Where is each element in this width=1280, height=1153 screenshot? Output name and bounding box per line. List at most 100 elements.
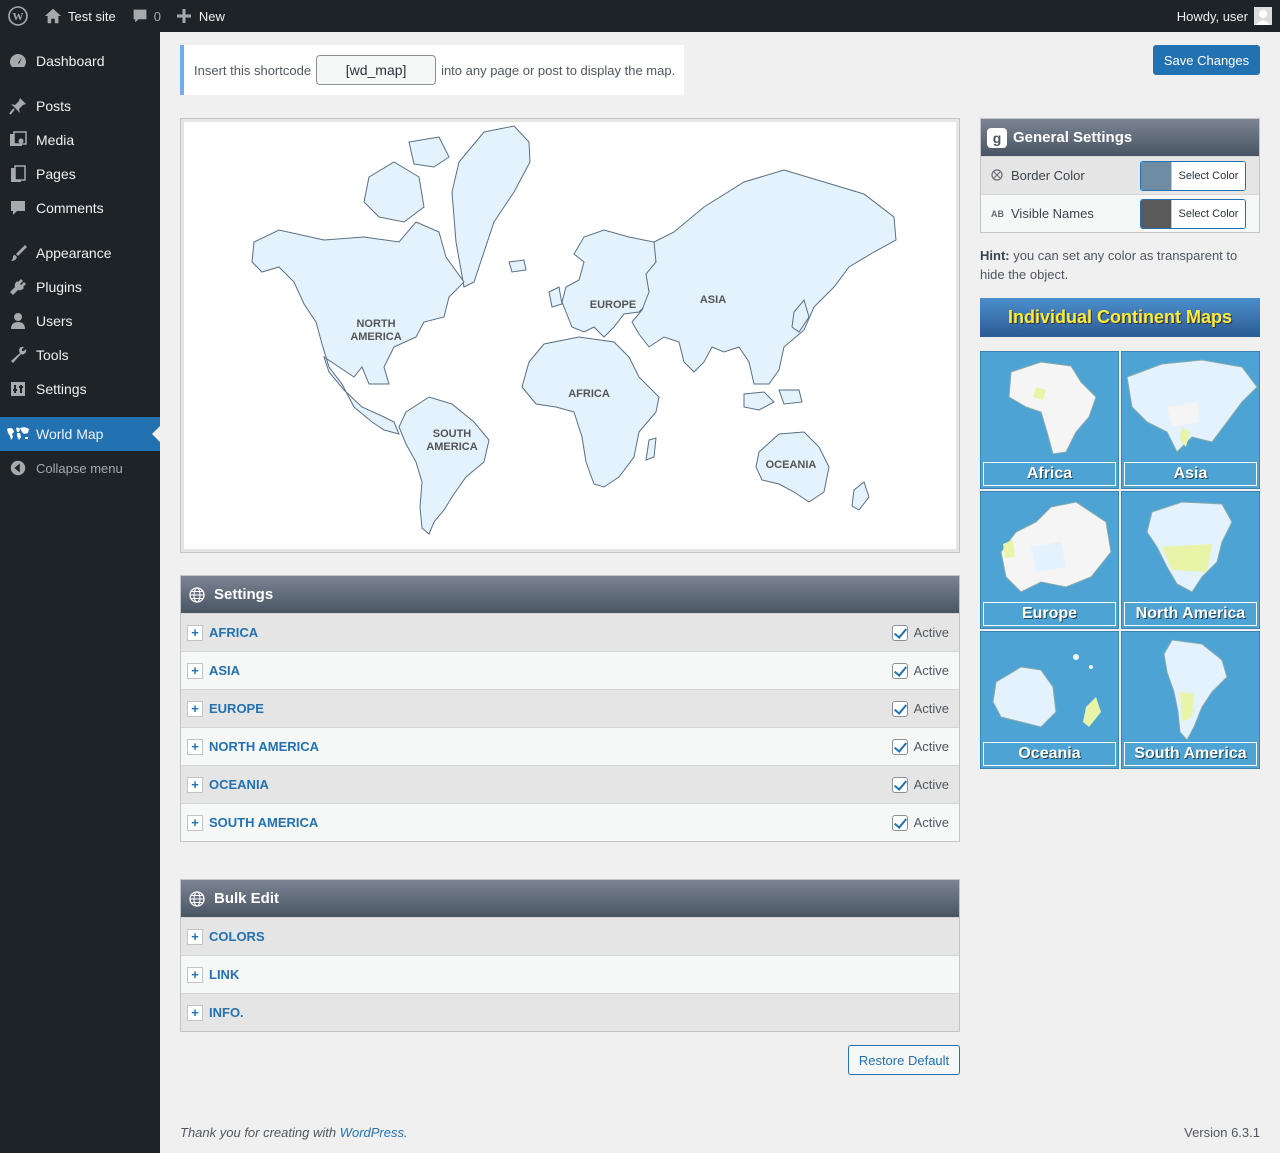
sidebar-item-settings[interactable]: Settings — [0, 372, 160, 406]
continent-label[interactable]: SOUTH AMERICA — [209, 815, 318, 830]
collapse-icon — [0, 459, 36, 477]
active-label: Active — [913, 701, 949, 716]
sidebar-item-comments[interactable]: Comments — [0, 191, 160, 225]
continent-map-tiles: Africa Asia Europe North America Oceania… — [980, 351, 1260, 769]
border-color-picker[interactable]: Select Color — [1140, 160, 1246, 191]
oceania-thumbnail — [992, 654, 1101, 728]
select-color-button[interactable]: Select Color — [1171, 199, 1245, 228]
expand-button[interactable]: + — [187, 662, 203, 679]
continent-tile-europe[interactable]: Europe — [980, 491, 1119, 629]
hint-bold: Hint: — [980, 248, 1010, 263]
bulk-edit-panel: Bulk Edit + COLORS + LINK + INFO. — [180, 879, 960, 1032]
south-america-shape[interactable] — [398, 396, 490, 535]
sidebar-item-posts[interactable]: Posts — [0, 89, 160, 123]
world-map-preview: NORTH AMERICA SOUTH AMERICA EUROPE AFRICA … — [180, 118, 960, 553]
comment-icon — [0, 198, 36, 218]
comment-icon — [133, 9, 147, 23]
color-swatch[interactable] — [1141, 199, 1171, 228]
visible-names-row: AB Visible Names Select Color — [981, 194, 1259, 232]
footer-thanks: Thank you for creating with WordPress. — [180, 1125, 408, 1140]
sidebar-item-tools[interactable]: Tools — [0, 338, 160, 372]
shortcode-notice: Insert this shortcode [wd_map] into any … — [180, 45, 684, 95]
select-color-button[interactable]: Select Color — [1171, 161, 1245, 190]
sidebar-item-label: World Map — [36, 426, 104, 442]
active-checkbox[interactable] — [891, 814, 908, 831]
active-checkbox[interactable] — [891, 624, 908, 641]
active-checkbox[interactable] — [891, 662, 908, 679]
expand-button[interactable]: + — [187, 928, 203, 945]
bulk-row-link: + LINK — [181, 955, 959, 993]
active-toggle[interactable]: Active — [891, 814, 949, 831]
sidebar-item-pages[interactable]: Pages — [0, 157, 160, 191]
restore-default-button[interactable]: Restore Default — [848, 1045, 960, 1075]
individual-continent-maps-banner[interactable]: Individual Continent Maps — [980, 298, 1260, 337]
sidebar-item-plugins[interactable]: Plugins — [0, 270, 160, 304]
continent-tile-africa[interactable]: Africa — [980, 351, 1119, 489]
active-toggle[interactable]: Active — [891, 662, 949, 679]
expand-button[interactable]: + — [187, 966, 203, 983]
bulk-label[interactable]: INFO. — [209, 1005, 244, 1020]
active-toggle[interactable]: Active — [891, 624, 949, 641]
pin-icon — [0, 96, 36, 116]
sidebar-item-dashboard[interactable]: Dashboard — [0, 44, 160, 78]
active-toggle[interactable]: Active — [891, 738, 949, 755]
sidebar-item-media[interactable]: Media — [0, 123, 160, 157]
visible-names-color-picker[interactable]: Select Color — [1140, 198, 1246, 229]
site-name-link[interactable]: Test site — [36, 0, 124, 32]
globe-icon — [187, 889, 207, 909]
continent-tile-north-america[interactable]: North America — [1121, 491, 1260, 629]
my-account-link[interactable]: Howdy, user — [1169, 0, 1280, 32]
expand-button[interactable]: + — [187, 1004, 203, 1021]
user-icon — [0, 311, 36, 331]
africa-shape[interactable] — [521, 336, 660, 488]
continent-tile-oceania[interactable]: Oceania — [980, 631, 1119, 769]
expand-button[interactable]: + — [187, 776, 203, 793]
continent-row-africa: + AFRICA Active — [181, 613, 959, 651]
color-swatch[interactable] — [1141, 161, 1171, 190]
continent-label[interactable]: EUROPE — [209, 701, 264, 716]
wordpress-link[interactable]: WordPress — [340, 1125, 404, 1140]
sidebar-item-label: Media — [36, 132, 75, 148]
home-icon — [44, 8, 62, 24]
north-america-thumbnail — [1146, 501, 1233, 593]
continent-label[interactable]: NORTH AMERICA — [209, 739, 319, 754]
continent-label[interactable]: AFRICA — [209, 625, 258, 640]
expand-button[interactable]: + — [187, 814, 203, 831]
collapse-menu-button[interactable]: Collapse menu — [0, 451, 160, 485]
save-changes-button[interactable]: Save Changes — [1153, 45, 1260, 75]
new-content-link[interactable]: New — [169, 0, 233, 32]
active-checkbox[interactable] — [891, 738, 908, 755]
notice-suffix: into any page or post to display the map… — [441, 62, 676, 78]
active-checkbox[interactable] — [891, 700, 908, 717]
continent-tile-south-america[interactable]: South America — [1121, 631, 1260, 769]
active-toggle[interactable]: Active — [891, 700, 949, 717]
sidebar-item-users[interactable]: Users — [0, 304, 160, 338]
bulk-label[interactable]: LINK — [209, 967, 239, 982]
sidebar-item-label: Posts — [36, 98, 72, 114]
bulk-label[interactable]: COLORS — [209, 929, 265, 944]
sidebar-item-appearance[interactable]: Appearance — [0, 236, 160, 270]
wordpress-logo-icon[interactable]: W — [0, 0, 36, 32]
map-label-europe: EUROPE — [589, 299, 637, 311]
asia-shape[interactable] — [631, 169, 897, 411]
sidebar-item-world-map[interactable]: World Map — [0, 417, 160, 451]
asia-thumbnail — [1126, 359, 1258, 453]
sidebar-item-label: Plugins — [36, 279, 82, 295]
footer-thanks-suffix: . — [404, 1125, 408, 1140]
continent-label[interactable]: OCEANIA — [209, 777, 269, 792]
sidebar-separator — [0, 225, 160, 236]
comments-link[interactable]: 0 — [124, 0, 169, 32]
continent-tile-asia[interactable]: Asia — [1121, 351, 1260, 489]
active-checkbox[interactable] — [891, 776, 908, 793]
shortcode-field[interactable]: [wd_map] — [316, 55, 437, 85]
expand-button[interactable]: + — [187, 700, 203, 717]
general-settings-rows: Border Color Select Color AB Visible Nam… — [981, 156, 1259, 232]
expand-button[interactable]: + — [187, 738, 203, 755]
media-icon — [0, 130, 36, 150]
continent-row-europe: + EUROPE Active — [181, 689, 959, 727]
expand-button[interactable]: + — [187, 624, 203, 641]
active-label: Active — [913, 815, 949, 830]
continent-label[interactable]: ASIA — [209, 663, 240, 678]
bulk-edit-panel-header: Bulk Edit — [181, 880, 959, 917]
active-toggle[interactable]: Active — [891, 776, 949, 793]
